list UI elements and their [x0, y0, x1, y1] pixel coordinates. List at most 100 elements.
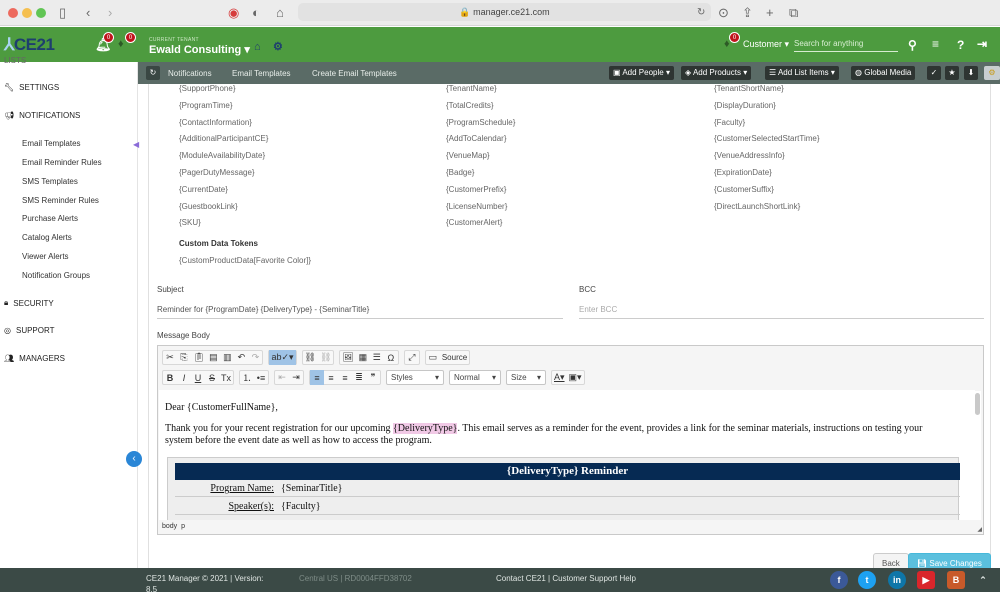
align-right-icon[interactable]: ≡: [338, 370, 352, 385]
token-item[interactable]: {AddToCalendar}: [446, 134, 507, 143]
size-dropdown[interactable]: Size ▾: [506, 370, 546, 385]
token-item[interactable]: {DisplayDuration}: [714, 101, 776, 110]
link-icon[interactable]: ⛓: [303, 350, 318, 365]
align-left-icon[interactable]: ≡: [310, 370, 324, 385]
maximize-icon[interactable]: ⤢: [405, 350, 419, 365]
bullet-list-icon[interactable]: •≡: [254, 370, 268, 385]
sidebar-item-sms-templates[interactable]: SMS Templates: [22, 177, 78, 186]
back-icon[interactable]: ‹: [86, 4, 90, 22]
sidebar-section-lists[interactable]: LISTS: [4, 56, 26, 65]
path-p[interactable]: p: [181, 523, 185, 530]
settings-gear-icon[interactable]: ⚙: [984, 66, 1000, 80]
text-color-icon[interactable]: A▾: [552, 370, 567, 385]
token-item[interactable]: {CustomerSuffix}: [714, 185, 774, 194]
italic-icon[interactable]: I: [177, 370, 191, 385]
sidebar-toggle-icon[interactable]: ▯: [59, 4, 66, 22]
minimize-window-button[interactable]: [22, 8, 32, 18]
home-icon[interactable]: ⌂: [276, 4, 284, 22]
add-list-items-button[interactable]: ☰ Add List Items ▾: [765, 66, 839, 80]
token-item[interactable]: {ContactInformation}: [179, 118, 252, 127]
check-icon[interactable]: ✓: [927, 66, 941, 80]
menu-icon[interactable]: ≡: [932, 37, 939, 51]
token-item[interactable]: {LicenseNumber}: [446, 202, 507, 211]
token-item[interactable]: {SupportPhone}: [179, 84, 236, 93]
spellcheck-icon[interactable]: ab✓▾: [269, 350, 296, 365]
twitter-icon[interactable]: t: [858, 571, 876, 589]
path-body[interactable]: body: [162, 523, 177, 530]
shield-half-icon[interactable]: ◐: [252, 4, 260, 22]
paste-icon[interactable]: 📋︎: [191, 350, 206, 365]
breadcrumb-email-templates[interactable]: Email Templates: [232, 69, 291, 78]
tabs-overview-icon[interactable]: ⧉: [789, 4, 798, 22]
token-item[interactable]: {TotalCredits}: [446, 101, 494, 110]
token-item[interactable]: {ProgramTime}: [179, 101, 233, 110]
copy-icon[interactable]: ⎘: [177, 350, 191, 365]
bcc-input[interactable]: Enter BCC: [579, 305, 984, 319]
source-button[interactable]: ▭ Source: [424, 350, 471, 365]
sidebar-item-sms-reminder-rules[interactable]: SMS Reminder Rules: [22, 196, 99, 205]
customer-search-type[interactable]: Customer ▾: [743, 39, 789, 50]
help-icon[interactable]: ?: [957, 38, 964, 52]
download-icon[interactable]: ⊙: [718, 4, 729, 22]
star-icon[interactable]: ★: [945, 66, 959, 80]
linkedin-icon[interactable]: in: [888, 571, 906, 589]
justify-icon[interactable]: ≣: [352, 370, 366, 385]
share-icon[interactable]: ⇪: [742, 4, 753, 22]
sidebar-section-settings[interactable]: 🔧︎ SETTINGS: [4, 83, 59, 92]
opera-icon[interactable]: ◉: [228, 4, 239, 22]
paste-word-icon[interactable]: ▥: [220, 350, 234, 365]
address-bar[interactable]: 🔒 manager.ce21.com: [298, 3, 711, 21]
resize-handle-icon[interactable]: ◢: [977, 526, 982, 533]
ce21-logo[interactable]: ⅄CE21: [4, 35, 55, 55]
numbered-list-icon[interactable]: ⒈: [240, 370, 254, 385]
subject-input[interactable]: Reminder for {ProgramDate} {DeliveryType…: [157, 305, 563, 319]
token-item[interactable]: {CustomerAlert}: [446, 218, 502, 227]
breadcrumb-notifications[interactable]: Notifications: [168, 69, 212, 78]
home-icon[interactable]: ⌂: [254, 41, 261, 53]
token-item[interactable]: {VenueMap}: [446, 151, 490, 160]
token-item[interactable]: {CustomerPrefix}: [446, 185, 506, 194]
editor-scrollbar[interactable]: [975, 391, 981, 520]
token-item[interactable]: {TenantName}: [446, 84, 497, 93]
facebook-icon[interactable]: f: [830, 571, 848, 589]
forward-icon[interactable]: ›: [108, 4, 112, 22]
token-item[interactable]: {DirectLaunchShortLink}: [714, 202, 800, 211]
scrollbar-thumb[interactable]: [975, 393, 980, 415]
search-icon[interactable]: ⚲: [908, 38, 917, 52]
remove-format-icon[interactable]: Tx: [219, 370, 233, 385]
collapse-sidebar-icon[interactable]: ‹: [126, 451, 142, 467]
token-item[interactable]: {Badge}: [446, 168, 474, 177]
underline-icon[interactable]: U: [191, 370, 205, 385]
footer-links[interactable]: Contact CE21 | Customer Support Help: [496, 574, 636, 583]
token-item[interactable]: {ModuleAvailabilityDate}: [179, 151, 265, 160]
sidebar-item-notification-groups[interactable]: Notification Groups: [22, 271, 90, 280]
pin-icon[interactable]: ⬇: [964, 66, 978, 80]
indent-icon[interactable]: ⇥: [289, 370, 303, 385]
align-center-icon[interactable]: ≡: [324, 370, 338, 385]
token-item[interactable]: {Faculty}: [714, 118, 745, 127]
format-dropdown[interactable]: Normal ▾: [449, 370, 501, 385]
special-char-icon[interactable]: Ω: [384, 350, 398, 365]
tenant-selector[interactable]: Ewald Consulting ▾: [149, 43, 250, 56]
token-item[interactable]: {AdditionalParticipantCE}: [179, 134, 268, 143]
undo-icon[interactable]: ↶: [234, 350, 248, 365]
bold-icon[interactable]: B: [163, 370, 177, 385]
token-item[interactable]: {CurrentDate}: [179, 185, 228, 194]
token-item[interactable]: {TenantShortName}: [714, 84, 784, 93]
sidebar-section-managers[interactable]: 👥︎ MANAGERS: [4, 354, 65, 363]
global-media-button[interactable]: ◍ Global Media: [851, 66, 916, 80]
logout-icon[interactable]: ⇥: [977, 37, 987, 51]
search-input[interactable]: [794, 36, 898, 52]
sidebar-section-security[interactable]: 🔒︎ SECURITY: [4, 298, 54, 308]
sidebar-item-purchase-alerts[interactable]: Purchase Alerts: [22, 214, 78, 223]
image-icon[interactable]: 🖼︎: [340, 350, 355, 365]
horizontal-line-icon[interactable]: ☰: [370, 350, 384, 365]
sidebar-item-email-reminder-rules[interactable]: Email Reminder Rules: [22, 158, 102, 167]
new-tab-icon[interactable]: +: [766, 4, 774, 22]
token-item[interactable]: {VenueAddressInfo}: [714, 151, 785, 160]
zoom-window-button[interactable]: [36, 8, 46, 18]
sidebar-section-notifications[interactable]: 📢︎ NOTIFICATIONS: [4, 111, 80, 120]
outdent-icon[interactable]: ⇤: [275, 370, 289, 385]
sitemap-icon[interactable]: ⚙: [273, 40, 283, 53]
styles-dropdown[interactable]: Styles ▾: [386, 370, 444, 385]
